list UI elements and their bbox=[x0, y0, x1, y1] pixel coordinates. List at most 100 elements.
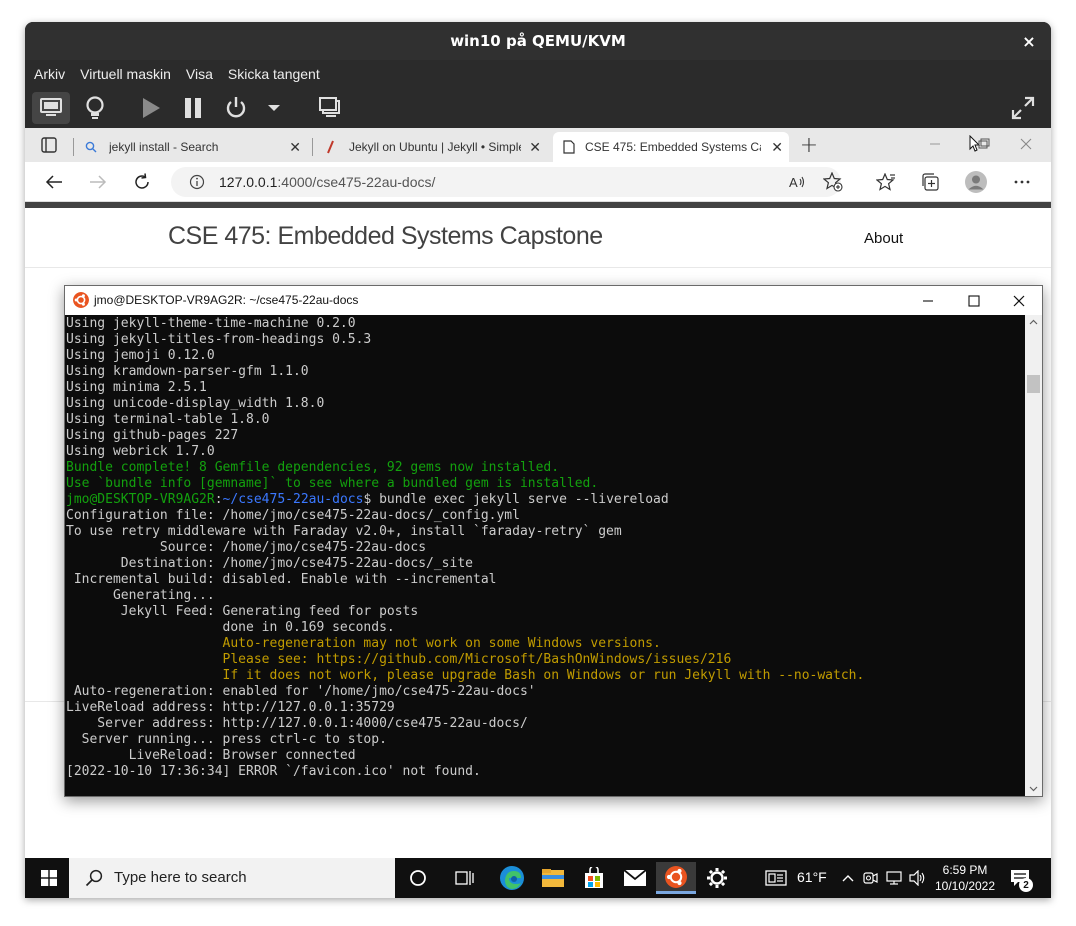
shutdown-button[interactable] bbox=[221, 92, 251, 124]
run-button[interactable] bbox=[137, 92, 165, 124]
show-hidden-icons-button[interactable] bbox=[837, 862, 859, 894]
favorites-icon bbox=[876, 173, 895, 191]
new-tab-button[interactable]: + bbox=[797, 133, 821, 158]
arrow-right-icon bbox=[90, 175, 107, 189]
menu-skicka-tangent[interactable]: Skicka tangent bbox=[228, 66, 320, 82]
tab-actions-button[interactable] bbox=[39, 135, 59, 155]
network-button[interactable] bbox=[883, 862, 905, 894]
tab-close-icon[interactable]: ✕ bbox=[529, 139, 541, 156]
window-close-button[interactable] bbox=[1016, 134, 1036, 154]
tab-cse475[interactable]: CSE 475: Embedded Systems Cap ✕ bbox=[553, 132, 789, 162]
tab-jekyll-search[interactable]: jekyll install - Search ✕ bbox=[77, 132, 307, 162]
terminal-line: To use retry middleware with Faraday v2.… bbox=[66, 524, 622, 539]
terminal-window[interactable]: jmo@DESKTOP-VR9AG2R: ~/cse475-22au-docs … bbox=[64, 285, 1043, 797]
tab-close-icon[interactable]: ✕ bbox=[771, 139, 783, 156]
shutdown-menu-button[interactable] bbox=[263, 92, 285, 124]
network-icon bbox=[886, 871, 902, 885]
terminal-line: Generating... bbox=[66, 588, 215, 603]
terminal-line: Jekyll Feed: Generating feed for posts bbox=[66, 604, 419, 619]
site-title[interactable]: CSE 475: Embedded Systems Capstone bbox=[168, 222, 603, 251]
snapshots-button[interactable] bbox=[315, 92, 345, 124]
search-icon bbox=[85, 141, 97, 153]
scrollbar-thumb[interactable] bbox=[1027, 375, 1040, 393]
volume-button[interactable] bbox=[907, 862, 929, 894]
forward-button[interactable] bbox=[86, 171, 110, 193]
terminal-close-button[interactable] bbox=[996, 286, 1042, 315]
chevron-down-icon bbox=[268, 105, 280, 111]
settings-more-button[interactable] bbox=[1011, 172, 1033, 192]
notifications-button[interactable]: 2 bbox=[1005, 862, 1035, 894]
scroll-down-icon[interactable] bbox=[1029, 786, 1038, 792]
menu-arkiv[interactable]: Arkiv bbox=[34, 66, 65, 82]
play-icon bbox=[143, 98, 160, 118]
task-view-button[interactable] bbox=[445, 862, 485, 894]
tab-jekyll-ubuntu[interactable]: Jekyll on Ubuntu | Jekyll • Simple ✕ bbox=[317, 132, 547, 162]
terminal-line: Use `bundle info [gemname]` to see where… bbox=[66, 476, 599, 491]
taskbar-edge[interactable] bbox=[492, 862, 532, 894]
start-button[interactable] bbox=[29, 862, 69, 894]
menu-virtuell-maskin[interactable]: Virtuell maskin bbox=[80, 66, 171, 82]
tab-label: jekyll install - Search bbox=[109, 140, 219, 154]
terminal-line: Using terminal-table 1.8.0 bbox=[66, 412, 270, 427]
terminal-line: Using jekyll-titles-from-headings 0.5.3 bbox=[66, 332, 372, 347]
avatar-icon bbox=[965, 171, 987, 193]
console-view-button[interactable] bbox=[32, 92, 70, 124]
restore-icon bbox=[969, 135, 990, 152]
minimize-icon bbox=[923, 299, 933, 302]
terminal-scrollbar[interactable] bbox=[1025, 315, 1042, 796]
taskbar-file-explorer[interactable] bbox=[533, 862, 573, 894]
fullscreen-icon bbox=[1011, 96, 1035, 120]
terminal-output[interactable]: Using jekyll-theme-time-machine 0.2.0 Usi… bbox=[65, 315, 1025, 796]
speaker-icon bbox=[909, 870, 925, 886]
menu-visa[interactable]: Visa bbox=[186, 66, 213, 82]
terminal-line: Using jemoji 0.12.0 bbox=[66, 348, 215, 363]
star-add-icon bbox=[823, 172, 843, 192]
fullscreen-button[interactable] bbox=[1007, 92, 1039, 124]
address-bar[interactable]: 127.0.0.1:4000/cse475-22au-docs/ A bbox=[171, 167, 844, 197]
taskbar-store[interactable] bbox=[574, 862, 614, 894]
add-favorite-button[interactable] bbox=[822, 172, 844, 192]
cortana-button[interactable] bbox=[398, 862, 438, 894]
favorites-button[interactable] bbox=[875, 172, 897, 192]
collections-button[interactable] bbox=[919, 172, 941, 192]
prompt-user: jmo@DESKTOP-VR9AG2R bbox=[66, 492, 215, 507]
host-close-button[interactable]: × bbox=[1019, 31, 1039, 51]
terminal-title: jmo@DESKTOP-VR9AG2R: ~/cse475-22au-docs bbox=[94, 293, 359, 307]
terminal-line: [2022-10-10 17:36:34] ERROR `/favicon.ic… bbox=[66, 764, 481, 779]
taskbar-mail[interactable] bbox=[615, 862, 655, 894]
nav-about-link[interactable]: About bbox=[864, 230, 903, 247]
refresh-button[interactable] bbox=[130, 171, 154, 193]
terminal-line: Server address: http://127.0.0.1:4000/cs… bbox=[66, 716, 528, 731]
restore-button[interactable] bbox=[968, 134, 992, 154]
weather-widget[interactable] bbox=[757, 862, 797, 894]
terminal-title-bar[interactable]: jmo@DESKTOP-VR9AG2R: ~/cse475-22au-docs bbox=[65, 286, 1042, 315]
host-toolbar bbox=[25, 88, 1051, 128]
scroll-up-icon[interactable] bbox=[1029, 319, 1038, 325]
read-aloud-button[interactable]: A bbox=[787, 172, 809, 192]
taskbar-ubuntu[interactable] bbox=[656, 862, 696, 894]
minimize-button[interactable] bbox=[925, 134, 945, 154]
terminal-maximize-button[interactable] bbox=[951, 286, 997, 315]
edge-icon bbox=[500, 866, 524, 890]
terminal-line: Destination: /home/jmo/cse475-22au-docs/… bbox=[66, 556, 473, 571]
taskbar-clock[interactable]: 6:59 PM 10/10/2022 bbox=[932, 862, 998, 894]
terminal-minimize-button[interactable] bbox=[905, 286, 951, 315]
weather-temperature[interactable]: 61°F bbox=[797, 869, 827, 885]
power-icon bbox=[226, 97, 246, 118]
profile-button[interactable] bbox=[963, 170, 989, 194]
meet-now-button[interactable] bbox=[861, 862, 881, 894]
terminal-line: Server running... press ctrl-c to stop. bbox=[66, 732, 387, 747]
gear-icon bbox=[707, 868, 727, 888]
tab-close-icon[interactable]: ✕ bbox=[289, 139, 301, 156]
back-button[interactable] bbox=[42, 171, 66, 193]
guest-display[interactable]: jekyll install - Search ✕ Jekyll on Ubun… bbox=[25, 128, 1051, 898]
notification-count-badge: 2 bbox=[1019, 878, 1033, 892]
pause-button[interactable] bbox=[179, 92, 207, 124]
terminal-line: Using unicode-display_width 1.8.0 bbox=[66, 396, 325, 411]
taskbar-settings[interactable] bbox=[697, 862, 737, 894]
address-text: 127.0.0.1:4000/cse475-22au-docs/ bbox=[219, 174, 435, 190]
monitor-icon bbox=[40, 98, 62, 116]
details-view-button[interactable] bbox=[80, 92, 110, 124]
taskbar-search-box[interactable]: Type here to search bbox=[69, 858, 395, 898]
pause-icon bbox=[185, 98, 201, 118]
